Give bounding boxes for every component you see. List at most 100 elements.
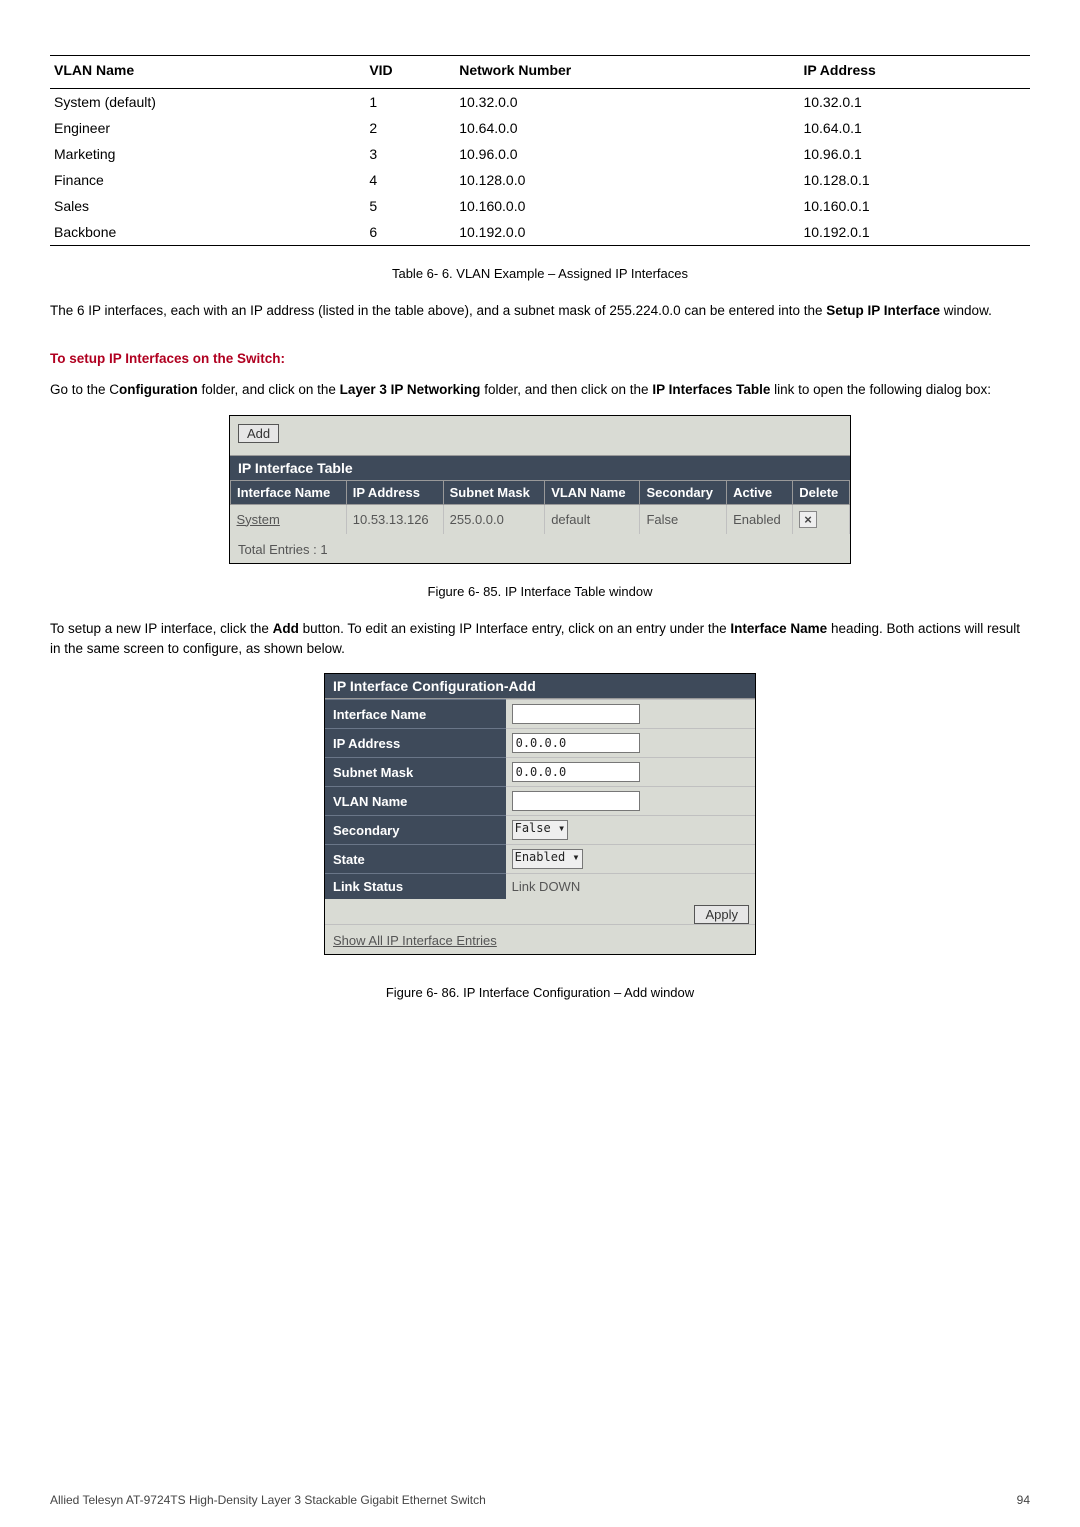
cell: False bbox=[640, 504, 727, 534]
chevron-down-icon: ▾ bbox=[572, 850, 579, 864]
cell: 10.128.0.1 bbox=[799, 167, 1030, 193]
cell: 6 bbox=[365, 219, 455, 246]
figure-caption: Figure 6- 86. IP Interface Configuration… bbox=[50, 985, 1030, 1000]
col-ip-address: IP Address bbox=[346, 480, 443, 504]
col-delete: Delete bbox=[793, 480, 850, 504]
cell: 255.0.0.0 bbox=[443, 504, 545, 534]
cell: 10.96.0.0 bbox=[455, 141, 799, 167]
label-ip-address: IP Address bbox=[325, 729, 506, 758]
label-interface-name: Interface Name bbox=[325, 700, 506, 729]
ip-interface-table-dialog: Add IP Interface Table Interface Name IP… bbox=[229, 415, 851, 564]
subnet-mask-input[interactable] bbox=[512, 762, 640, 782]
cell: 10.192.0.1 bbox=[799, 219, 1030, 246]
paragraph: Go to the Configuration folder, and clic… bbox=[50, 380, 1030, 400]
paragraph: To setup a new IP interface, click the A… bbox=[50, 619, 1030, 660]
table-row: System 10.53.13.126 255.0.0.0 default Fa… bbox=[231, 504, 850, 534]
cell: 10.32.0.1 bbox=[799, 89, 1030, 116]
col-active: Active bbox=[727, 480, 793, 504]
add-button[interactable]: Add bbox=[238, 424, 279, 443]
interface-name-input[interactable] bbox=[512, 704, 640, 724]
text-bold: Layer 3 IP Networking bbox=[340, 382, 481, 397]
cell: Backbone bbox=[50, 219, 365, 246]
vlan-th-vid: VID bbox=[365, 56, 455, 89]
table-row: System (default) 1 10.32.0.0 10.32.0.1 bbox=[50, 89, 1030, 116]
text-bold: Add bbox=[273, 621, 299, 636]
cell: 10.192.0.0 bbox=[455, 219, 799, 246]
cell: Marketing bbox=[50, 141, 365, 167]
text: button. To edit an existing IP Interface… bbox=[299, 621, 731, 636]
label-vlan-name: VLAN Name bbox=[325, 787, 506, 816]
label-link-status: Link Status bbox=[325, 874, 506, 900]
label-secondary: Secondary bbox=[325, 816, 506, 845]
table-row: Sales 5 10.160.0.0 10.160.0.1 bbox=[50, 193, 1030, 219]
cell: Finance bbox=[50, 167, 365, 193]
ip-interface-config-add-dialog: IP Interface Configuration-Add Interface… bbox=[324, 673, 756, 955]
vlan-th-ip: IP Address bbox=[799, 56, 1030, 89]
text: window. bbox=[940, 303, 992, 318]
cell: 5 bbox=[365, 193, 455, 219]
page-number: 94 bbox=[1017, 1493, 1030, 1507]
cell: Engineer bbox=[50, 115, 365, 141]
apply-button[interactable]: Apply bbox=[694, 905, 749, 924]
cell: 10.128.0.0 bbox=[455, 167, 799, 193]
cell: System (default) bbox=[50, 89, 365, 116]
col-interface-name: Interface Name bbox=[231, 480, 347, 504]
cell: 3 bbox=[365, 141, 455, 167]
cell: 10.64.0.1 bbox=[799, 115, 1030, 141]
cell: 10.32.0.0 bbox=[455, 89, 799, 116]
text: folder, and click on the bbox=[198, 382, 340, 397]
table-row: Backbone 6 10.192.0.0 10.192.0.1 bbox=[50, 219, 1030, 246]
show-all-entries-link[interactable]: Show All IP Interface Entries bbox=[325, 924, 755, 954]
text-bold: onfiguration bbox=[119, 382, 198, 397]
col-vlan-name: VLAN Name bbox=[545, 480, 640, 504]
text: folder, and then click on the bbox=[480, 382, 652, 397]
text-bold: Setup IP Interface bbox=[826, 303, 940, 318]
table-row: Finance 4 10.128.0.0 10.128.0.1 bbox=[50, 167, 1030, 193]
vlan-name-input[interactable] bbox=[512, 791, 640, 811]
vlan-th-net: Network Number bbox=[455, 56, 799, 89]
cell: 1 bbox=[365, 89, 455, 116]
page-footer: Allied Telesyn AT-9724TS High-Density La… bbox=[50, 1493, 1030, 1507]
dialog-title: IP Interface Table bbox=[230, 455, 850, 480]
cell: 10.160.0.0 bbox=[455, 193, 799, 219]
cell: Sales bbox=[50, 193, 365, 219]
text: link to open the following dialog box: bbox=[770, 382, 991, 397]
cell: default bbox=[545, 504, 640, 534]
text: To setup a new IP interface, click the bbox=[50, 621, 273, 636]
vlan-th-name: VLAN Name bbox=[50, 56, 365, 89]
table-caption: Table 6- 6. VLAN Example – Assigned IP I… bbox=[50, 266, 1030, 281]
ip-interface-table: Interface Name IP Address Subnet Mask VL… bbox=[230, 480, 850, 534]
ip-address-input[interactable] bbox=[512, 733, 640, 753]
state-select[interactable]: Enabled ▾ bbox=[512, 849, 583, 869]
cell: 10.64.0.0 bbox=[455, 115, 799, 141]
label-subnet-mask: Subnet Mask bbox=[325, 758, 506, 787]
cell: Enabled bbox=[727, 504, 793, 534]
text-bold: Interface Name bbox=[730, 621, 827, 636]
dialog-title: IP Interface Configuration-Add bbox=[325, 674, 755, 699]
text: The 6 IP interfaces, each with an IP add… bbox=[50, 303, 826, 318]
paragraph: The 6 IP interfaces, each with an IP add… bbox=[50, 301, 1030, 321]
cell: 10.96.0.1 bbox=[799, 141, 1030, 167]
delete-icon[interactable]: × bbox=[799, 511, 817, 528]
link-status-value: Link DOWN bbox=[506, 874, 755, 900]
secondary-select[interactable]: False ▾ bbox=[512, 820, 569, 840]
total-entries-text: Total Entries : 1 bbox=[230, 534, 850, 563]
text-bold: IP Interfaces Table bbox=[652, 382, 770, 397]
label-state: State bbox=[325, 845, 506, 874]
cell: 2 bbox=[365, 115, 455, 141]
cell: 10.53.13.126 bbox=[346, 504, 443, 534]
figure-caption: Figure 6- 85. IP Interface Table window bbox=[50, 584, 1030, 599]
cell: 10.160.0.1 bbox=[799, 193, 1030, 219]
vlan-table: VLAN Name VID Network Number IP Address … bbox=[50, 55, 1030, 246]
col-subnet-mask: Subnet Mask bbox=[443, 480, 545, 504]
col-secondary: Secondary bbox=[640, 480, 727, 504]
interface-name-link[interactable]: System bbox=[237, 512, 280, 527]
select-value: Enabled bbox=[515, 850, 566, 864]
chevron-down-icon: ▾ bbox=[558, 821, 565, 835]
table-row: Engineer 2 10.64.0.0 10.64.0.1 bbox=[50, 115, 1030, 141]
section-heading: To setup IP Interfaces on the Switch: bbox=[50, 351, 1030, 366]
select-value: False bbox=[515, 821, 551, 835]
footer-text: Allied Telesyn AT-9724TS High-Density La… bbox=[50, 1493, 486, 1507]
text: Go to the C bbox=[50, 382, 119, 397]
table-row: Marketing 3 10.96.0.0 10.96.0.1 bbox=[50, 141, 1030, 167]
